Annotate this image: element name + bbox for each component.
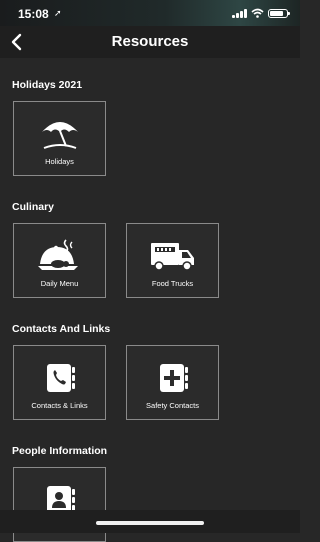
page-title: Resources xyxy=(111,33,189,50)
tile-safety-contacts[interactable]: Safety Contacts xyxy=(126,345,219,420)
home-indicator[interactable] xyxy=(96,521,204,525)
tile-holidays[interactable]: Holidays xyxy=(13,101,106,176)
food-truck-icon xyxy=(150,243,194,271)
battery-icon xyxy=(268,8,290,18)
tile-food-trucks[interactable]: Food Trucks xyxy=(126,223,219,298)
section-title-culinary: Culinary xyxy=(12,201,55,213)
status-time: 15:08 xyxy=(18,7,49,21)
phone-book-icon xyxy=(46,364,75,392)
tile-label: Safety Contacts xyxy=(146,401,199,410)
section-title-people: People Information xyxy=(12,445,108,457)
dish-icon xyxy=(37,239,78,270)
tile-label: Contacts & Links xyxy=(31,401,88,410)
nav-header: Resources xyxy=(0,26,300,58)
cellular-signal-icon xyxy=(232,8,247,18)
tile-daily-menu[interactable]: Daily Menu xyxy=(13,223,106,298)
location-icon: ➚ xyxy=(54,8,62,18)
tile-label: Food Trucks xyxy=(151,279,194,288)
umbrella-icon xyxy=(41,122,78,149)
tile-contacts-links[interactable]: Contacts & Links xyxy=(13,345,106,420)
status-bar: 15:08 ➚ xyxy=(0,0,300,26)
tile-label: Daily Menu xyxy=(40,279,79,288)
system-icons xyxy=(232,8,290,18)
section-title-holidays: Holidays 2021 xyxy=(12,79,83,91)
wifi-icon xyxy=(251,8,264,18)
tile-label: Holidays xyxy=(45,157,74,166)
section-title-contacts: Contacts And Links xyxy=(12,323,111,335)
medical-book-icon xyxy=(159,364,188,392)
